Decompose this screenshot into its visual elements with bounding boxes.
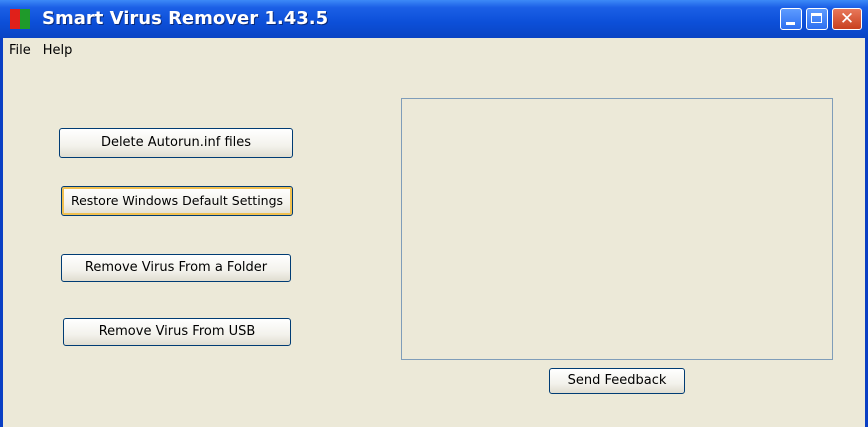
log-textarea[interactable]	[401, 98, 833, 360]
menu-help[interactable]: Help	[37, 40, 79, 62]
minimize-button[interactable]	[780, 8, 802, 30]
delete-autorun-button[interactable]: Delete Autorun.inf files	[59, 128, 293, 158]
maximize-button[interactable]	[806, 8, 828, 30]
app-icon	[10, 9, 30, 29]
maximize-icon	[811, 13, 822, 23]
close-icon: ✕	[839, 9, 855, 29]
menu-file[interactable]: File	[3, 40, 37, 62]
restore-defaults-button[interactable]: Restore Windows Default Settings	[61, 186, 293, 216]
close-button[interactable]: ✕	[832, 8, 862, 30]
main-window: Smart Virus Remover 1.43.5 ✕ File Help D…	[0, 0, 868, 427]
menu-bar: File Help	[3, 40, 78, 62]
send-feedback-button[interactable]: Send Feedback	[549, 368, 685, 394]
window-title: Smart Virus Remover 1.43.5	[42, 8, 329, 29]
title-bar[interactable]: Smart Virus Remover 1.43.5 ✕	[0, 0, 868, 38]
minimize-icon	[786, 22, 795, 25]
remove-virus-usb-button[interactable]: Remove Virus From USB	[63, 318, 291, 346]
remove-virus-folder-button[interactable]: Remove Virus From a Folder	[61, 254, 291, 282]
